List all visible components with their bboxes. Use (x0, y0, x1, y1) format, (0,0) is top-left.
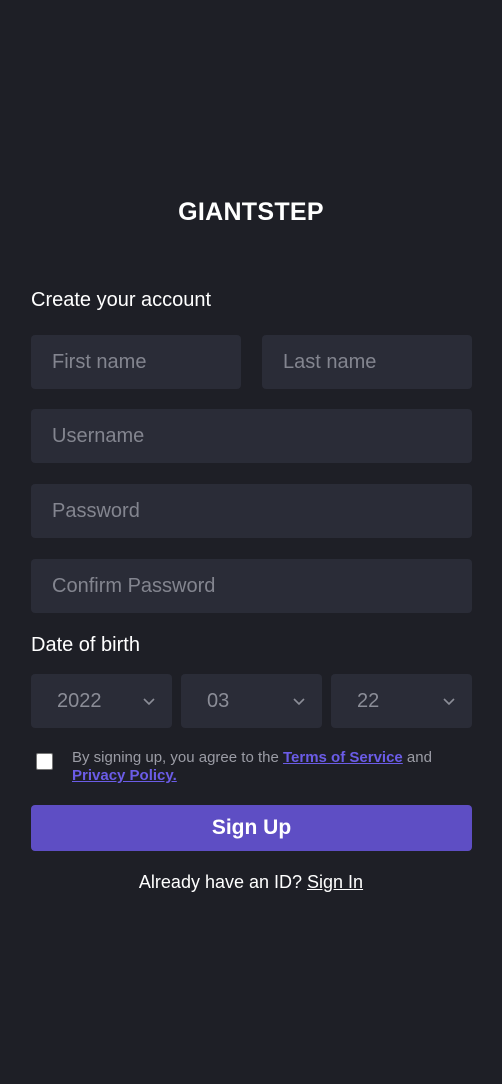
dob-label: Date of birth (31, 634, 140, 656)
first-name-input[interactable] (31, 335, 241, 389)
signin-row: Already have an ID? Sign In (0, 872, 502, 893)
chevron-down-icon (293, 698, 305, 706)
agree-checkbox[interactable] (36, 753, 53, 770)
privacy-policy-link[interactable]: Privacy Policy. (72, 767, 177, 784)
agreement-text: By signing up, you agree to the Terms of… (72, 749, 472, 785)
signin-prompt: Already have an ID? (138, 872, 308, 892)
sign-up-button[interactable]: Sign Up (31, 805, 472, 851)
sign-in-link[interactable]: Sign In (307, 872, 363, 892)
confirm-password-input[interactable] (31, 559, 472, 613)
signup-screen: GIANTSTEP Create your account Date of bi… (0, 0, 502, 1084)
agreement-middle: and (402, 749, 432, 766)
brand-logo: GIANTSTEP (178, 198, 324, 226)
page-title: Create your account (31, 289, 212, 311)
last-name-input[interactable] (262, 335, 472, 389)
username-input[interactable] (31, 409, 472, 463)
dob-day-select[interactable]: 22 (331, 674, 472, 728)
agreement-prefix: By signing up, you agree to the (72, 749, 283, 766)
chevron-down-icon (443, 698, 455, 706)
dob-day-value: 22 (357, 689, 380, 712)
dob-month-value: 03 (207, 689, 230, 712)
dob-year-value: 2022 (57, 689, 102, 712)
terms-of-service-link[interactable]: Terms of Service (283, 749, 403, 766)
chevron-down-icon (143, 698, 155, 706)
dob-year-select[interactable]: 2022 (31, 674, 172, 728)
password-input[interactable] (31, 484, 472, 538)
dob-month-select[interactable]: 03 (181, 674, 322, 728)
